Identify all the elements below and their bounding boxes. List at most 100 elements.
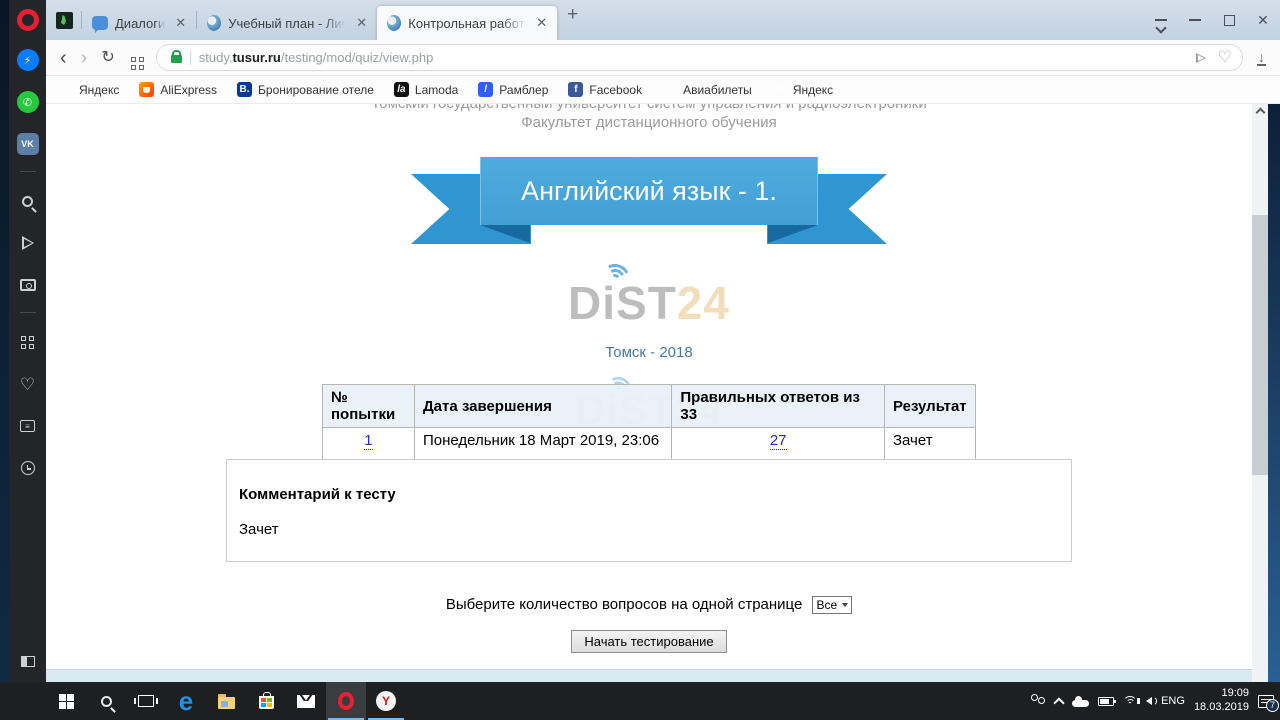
facebook-icon: f (568, 82, 583, 97)
pinned-tab[interactable] (56, 12, 73, 29)
time: 19:09 (1194, 687, 1249, 701)
minimize-button[interactable] (1178, 19, 1212, 21)
bookmark-rambler[interactable]: /Рамблер (478, 82, 548, 97)
bookmark-lamoda[interactable]: laLamoda (394, 82, 458, 97)
edge-button[interactable]: e (166, 682, 206, 720)
opera-sidebar: ⚡ ✆ VK ♡ ≡ (9, 0, 46, 682)
correct-answers-link[interactable]: 27 (770, 432, 787, 450)
battery-icon[interactable] (1098, 697, 1114, 706)
yandex-browser-button[interactable]: Y (366, 682, 406, 720)
start-button[interactable] (46, 682, 86, 720)
attempt-link[interactable]: 1 (364, 432, 372, 450)
whatsapp-icon[interactable]: ✆ (15, 89, 41, 115)
downloads-icon[interactable]: ↓ (1257, 50, 1266, 66)
people-icon[interactable] (1030, 697, 1046, 707)
notification-badge: 7 (1266, 699, 1279, 712)
wifi-arcs-icon (598, 260, 632, 286)
comment-title: Комментарий к тесту (239, 486, 1059, 503)
tab-dialogs[interactable]: Диалоги ✕ (82, 6, 196, 40)
bookmark-yandex[interactable]: ЯЯндекс (58, 82, 119, 97)
tusur-favicon (207, 15, 221, 31)
maximize-button[interactable] (1212, 15, 1246, 26)
course-title: Английский язык - 1. (480, 157, 818, 225)
speed-dial-grid-icon[interactable] (131, 46, 144, 70)
col-result: Результат (884, 385, 975, 428)
close-icon[interactable]: ✕ (532, 13, 551, 33)
onedrive-icon[interactable] (1072, 700, 1089, 707)
edge-icon: e (179, 688, 193, 714)
airplane-icon: ✈ (662, 82, 677, 97)
col-date: Дата завершения (414, 385, 671, 428)
ms-store-button[interactable] (246, 682, 286, 720)
per-page-select[interactable]: Все (812, 596, 853, 614)
page-footer-strip (46, 669, 1252, 682)
back-button[interactable]: ‹ (60, 48, 67, 68)
start-test-button[interactable]: Начать тестирование (571, 630, 726, 653)
close-icon[interactable]: ✕ (352, 13, 371, 33)
tab-menu-icon[interactable] (1144, 19, 1178, 21)
search-icon (101, 696, 112, 707)
windows-logo-icon (59, 694, 74, 709)
desktop-edge-left (0, 0, 9, 682)
news-icon[interactable]: ≡ (15, 413, 41, 439)
reload-button[interactable]: ↻ (101, 50, 114, 66)
history-icon[interactable] (15, 455, 41, 481)
bookmark-aliexpress[interactable]: AliExpress (139, 82, 217, 97)
speed-dial-icon[interactable] (15, 329, 41, 355)
yandex-browser-icon: Y (376, 691, 396, 711)
bookmark-facebook[interactable]: fFacebook (568, 82, 642, 97)
bookmarks-icon[interactable]: ♡ (15, 371, 41, 397)
window-controls: ✕ (1144, 0, 1280, 40)
secure-lock-icon[interactable] (171, 55, 182, 63)
bookmark-heart-icon[interactable]: ♡ (1218, 50, 1232, 66)
task-view-button[interactable] (126, 682, 166, 720)
clock[interactable]: 19:09 18.03.2019 (1194, 687, 1249, 715)
volume-icon[interactable] (1146, 697, 1152, 705)
attempts-table: № попытки Дата завершения Правильных отв… (322, 384, 976, 468)
opera-logo-icon[interactable] (17, 9, 39, 31)
opera-taskbar-button[interactable] (326, 682, 366, 720)
mail-icon (297, 695, 315, 708)
page-content: Томский государственный университет сист… (46, 104, 1252, 682)
action-center-icon[interactable]: 7 (1258, 695, 1274, 708)
chat-favicon (92, 16, 108, 30)
wifi-icon[interactable] (1123, 696, 1137, 706)
forward-button[interactable]: › (81, 48, 88, 68)
task-view-icon (138, 695, 154, 707)
bookmark-yandex2[interactable]: ЯЯндекс (772, 82, 833, 97)
close-window-button[interactable]: ✕ (1246, 12, 1280, 29)
per-page-label: Выберите количество вопросов на одной ст… (446, 596, 803, 613)
snapshot-icon[interactable] (15, 272, 41, 298)
yandex-icon: Я (772, 82, 787, 97)
sidebar-toggle-icon[interactable] (15, 648, 41, 674)
bookmark-booking[interactable]: B.Бронирование отеле (237, 82, 374, 97)
vk-icon[interactable]: VK (15, 131, 41, 157)
address-bar[interactable]: study.tusur.ru/testing/mod/quiz/view.php… (156, 44, 1243, 71)
aliexpress-icon (139, 82, 154, 97)
start-row: Начать тестирование (46, 630, 1252, 653)
yandex-icon: Я (58, 82, 73, 97)
file-explorer-button[interactable] (206, 682, 246, 720)
per-page-row: Выберите количество вопросов на одной ст… (46, 596, 1252, 614)
messenger-icon[interactable]: ⚡ (15, 47, 41, 73)
windows-taskbar: e Y ENG 19:09 18.03.2019 7 (0, 682, 1280, 720)
scroll-up-arrow-icon[interactable] (1256, 107, 1264, 115)
my-flow-icon[interactable] (15, 230, 41, 256)
share-icon[interactable] (1196, 53, 1206, 63)
scrollbar-thumb[interactable] (1252, 215, 1268, 475)
bookmark-avia[interactable]: ✈Авиабилеты (662, 82, 752, 97)
comment-box: Комментарий к тесту Зачет (226, 459, 1072, 562)
desktop-edge-right (1268, 104, 1280, 682)
tab-quiz-active[interactable]: Контрольная работа по д ✕ (377, 6, 557, 40)
tab-study-plan[interactable]: Учебный план - Личный ✕ (197, 6, 377, 40)
close-icon[interactable]: ✕ (171, 13, 190, 33)
url-text[interactable]: study.tusur.ru/testing/mod/quiz/view.php (199, 50, 434, 65)
new-tab-button[interactable]: + (567, 4, 578, 26)
search-icon[interactable] (15, 188, 41, 214)
mail-button[interactable] (286, 682, 326, 720)
tray-expand-icon[interactable] (1053, 697, 1064, 708)
taskbar-search-button[interactable] (86, 682, 126, 720)
results-area: DiST24 № попытки Дата завершения Правиль… (322, 384, 976, 468)
scrollbar[interactable] (1252, 104, 1268, 682)
language-indicator[interactable]: ENG (1161, 695, 1185, 707)
